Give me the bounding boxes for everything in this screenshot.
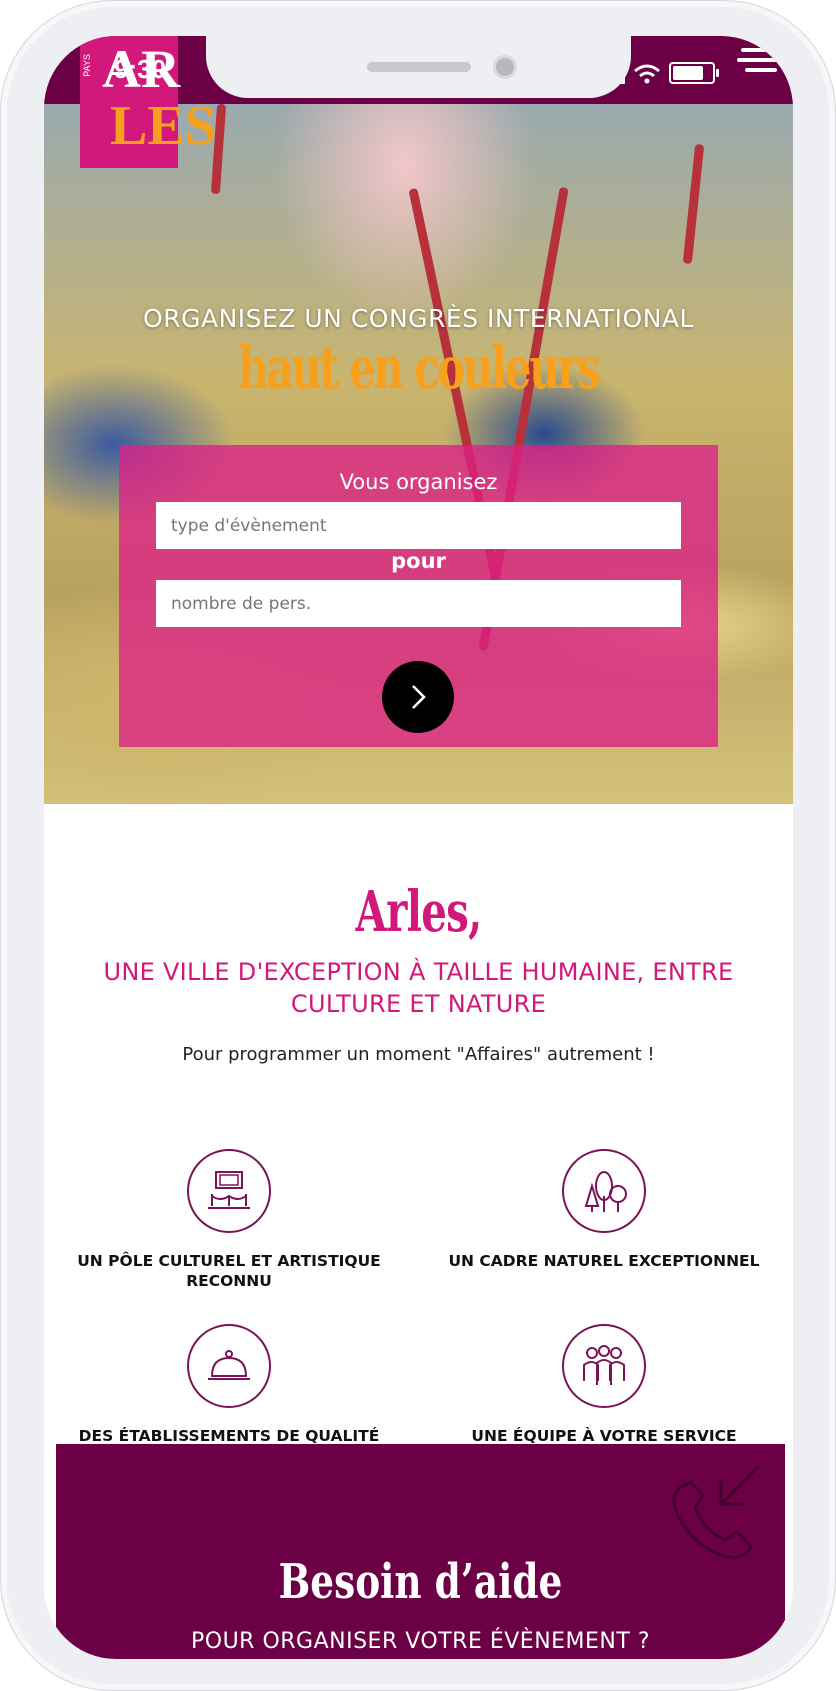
feature-label: UNE ÉQUIPE À VOTRE SERVICE bbox=[471, 1427, 737, 1445]
wifi-icon bbox=[634, 64, 660, 84]
feature-nature: UN CADRE NATUREL EXCEPTIONNEL bbox=[434, 1149, 774, 1271]
hero-subtitle: haut en couleurs bbox=[238, 334, 601, 402]
help-subtitle: POUR ORGANISER VOTRE ÉVÈNEMENT ? bbox=[190, 1629, 650, 1654]
front-camera bbox=[493, 55, 517, 79]
cloche-icon bbox=[187, 1324, 271, 1408]
submit-button[interactable] bbox=[382, 661, 454, 733]
help-title: Besoin d’aide bbox=[278, 1554, 563, 1610]
help-banner[interactable]: Besoin d’aide POUR ORGANISER VOTRE ÉVÈNE… bbox=[56, 1444, 785, 1659]
speaker-grille bbox=[367, 62, 471, 72]
search-form: Vous organisez pour bbox=[119, 445, 718, 747]
team-icon bbox=[562, 1324, 646, 1408]
hero-banner: ORGANISEZ UN CONGRÈS INTERNATIONAL haut … bbox=[44, 104, 793, 804]
trees-icon bbox=[562, 1149, 646, 1233]
museum-icon bbox=[187, 1149, 271, 1233]
battery-icon bbox=[669, 62, 719, 84]
flamingo-leg bbox=[682, 143, 705, 265]
logo-text-small: PAYS bbox=[82, 54, 92, 77]
logo-text-bottom: LES bbox=[110, 95, 216, 157]
form-label-for: pour bbox=[391, 549, 446, 573]
menu-icon[interactable] bbox=[737, 48, 777, 78]
feature-label: UN PÔLE CULTUREL ET ARTISTIQUE RECONNU bbox=[77, 1252, 381, 1290]
people-count-field[interactable] bbox=[156, 580, 681, 627]
phone-screen: ORGANISEZ UN CONGRÈS INTERNATIONAL haut … bbox=[44, 36, 793, 1659]
feature-label: UN CADRE NATUREL EXCEPTIONNEL bbox=[448, 1252, 760, 1270]
status-time: 9:30 bbox=[114, 54, 167, 84]
feature-label: DES ÉTABLISSEMENTS DE QUALITÉ bbox=[78, 1427, 380, 1445]
intro-heading: Arles, bbox=[355, 879, 483, 945]
phone-callback-icon bbox=[672, 1464, 761, 1560]
chevron-right-icon bbox=[412, 685, 426, 709]
feature-team: UNE ÉQUIPE À VOTRE SERVICE bbox=[434, 1324, 774, 1446]
phone-frame: ORGANISEZ UN CONGRÈS INTERNATIONAL haut … bbox=[0, 0, 836, 1691]
intro-tagline: UNE VILLE D'EXCEPTION À TAILLE HUMAINE, … bbox=[103, 958, 734, 1018]
hero-title: ORGANISEZ UN CONGRÈS INTERNATIONAL bbox=[143, 304, 694, 333]
feature-culture: UN PÔLE CULTUREL ET ARTISTIQUE RECONNU bbox=[59, 1149, 399, 1291]
event-type-field[interactable] bbox=[156, 502, 681, 549]
feature-establishments: DES ÉTABLISSEMENTS DE QUALITÉ bbox=[59, 1324, 399, 1446]
form-label-organize: Vous organisez bbox=[339, 470, 498, 494]
intro-text: Pour programmer un moment "Affaires" aut… bbox=[182, 1044, 655, 1065]
